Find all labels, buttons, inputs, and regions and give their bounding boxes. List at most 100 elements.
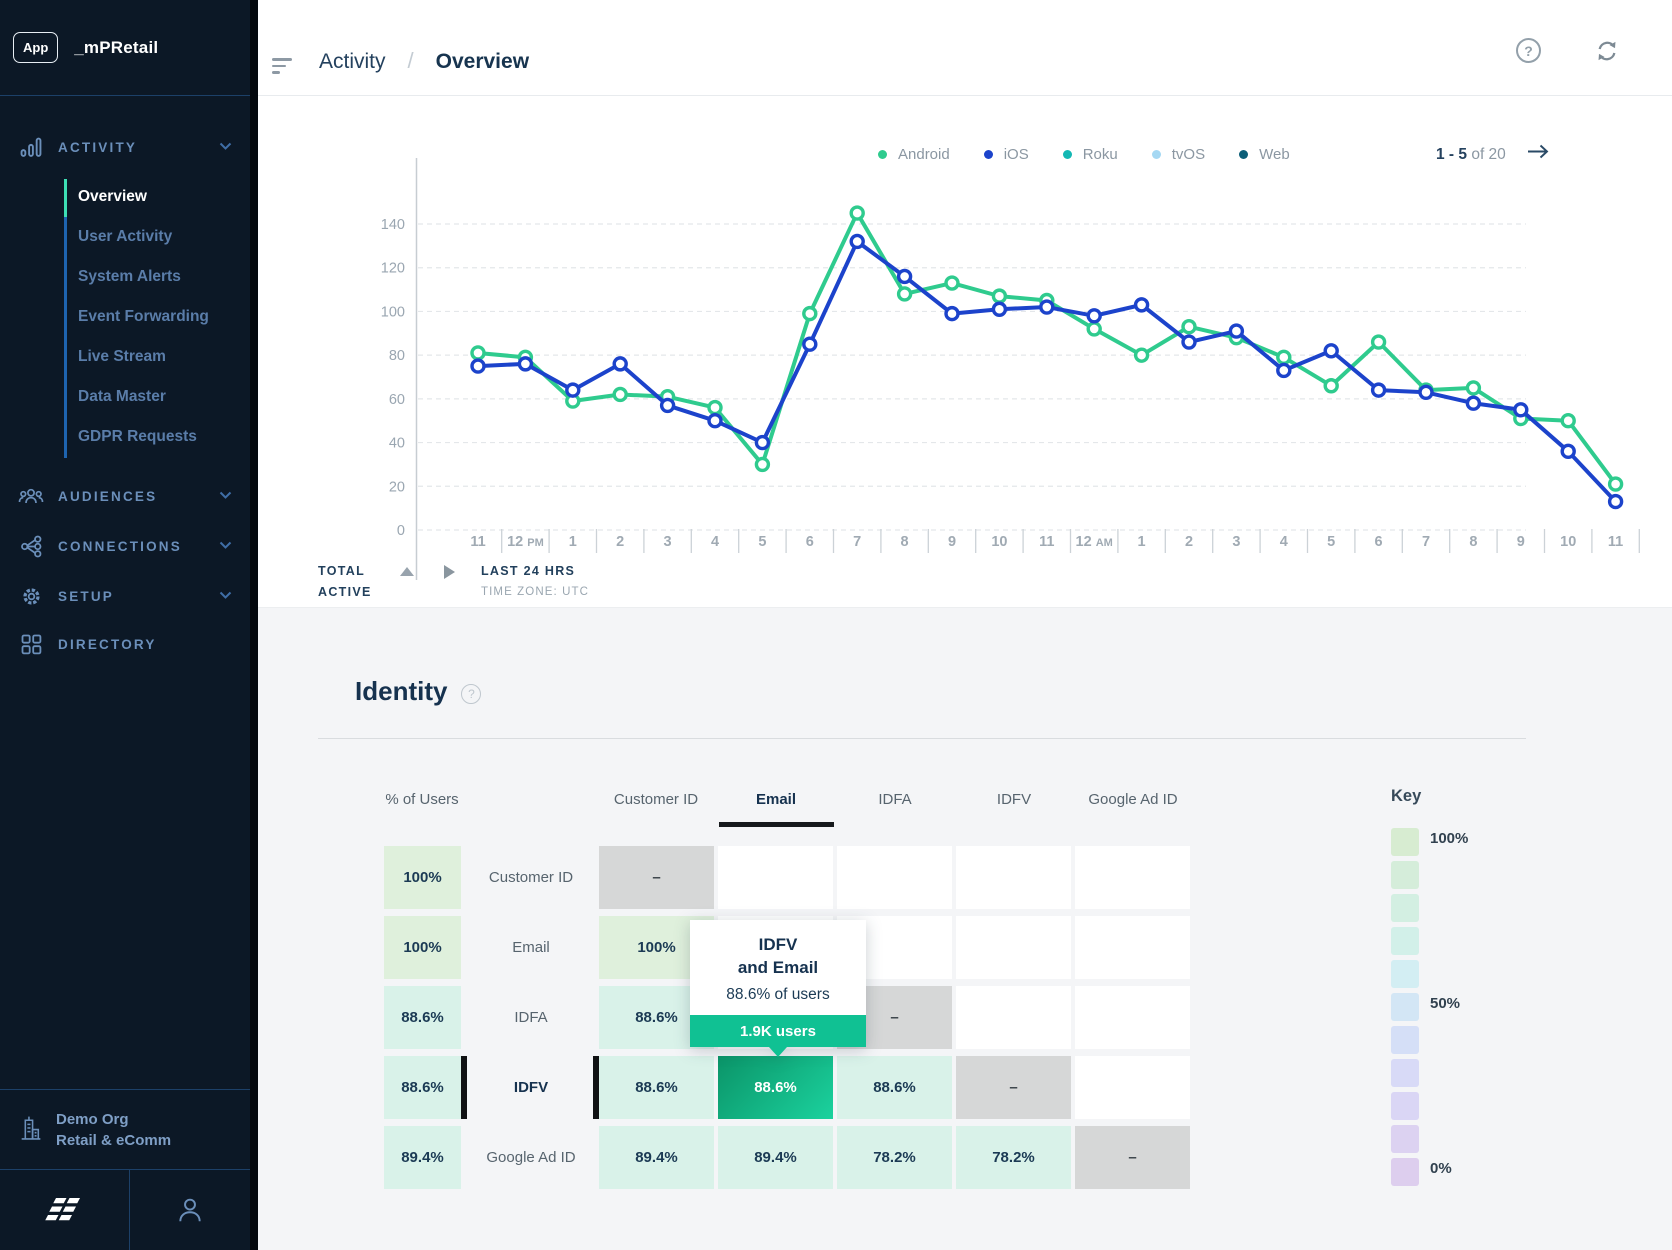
column-header-idfv[interactable]: IDFV	[997, 791, 1031, 808]
matrix-cell[interactable]	[956, 846, 1071, 909]
data-point[interactable]	[1610, 478, 1622, 490]
data-point[interactable]	[756, 437, 768, 449]
data-point[interactable]	[614, 388, 626, 400]
row-label-email[interactable]: Email	[463, 916, 599, 979]
data-point[interactable]	[851, 207, 863, 219]
data-point[interactable]	[946, 277, 958, 289]
matrix-cell[interactable]: 89.4%	[718, 1126, 833, 1189]
data-point[interactable]	[1373, 336, 1385, 348]
legend-item-roku[interactable]: Roku	[1063, 146, 1118, 163]
data-point[interactable]	[709, 415, 721, 427]
user-account-button[interactable]	[130, 1170, 250, 1250]
data-point[interactable]	[899, 270, 911, 282]
matrix-cell[interactable]: –	[1075, 1126, 1190, 1189]
data-point[interactable]	[1183, 321, 1195, 333]
data-point[interactable]	[993, 290, 1005, 302]
matrix-cell[interactable]: 88.6%	[837, 1056, 952, 1119]
legend-item-tvos[interactable]: tvOS	[1152, 146, 1205, 163]
matrix-cell[interactable]: –	[599, 846, 714, 909]
data-point[interactable]	[1325, 380, 1337, 392]
legend-item-web[interactable]: Web	[1239, 146, 1290, 163]
matrix-cell[interactable]	[956, 916, 1071, 979]
matrix-cell[interactable]	[1075, 1056, 1190, 1119]
data-point[interactable]	[1136, 299, 1148, 311]
activity-chart[interactable]: 0204060801001201401112 PM123456789101112…	[258, 96, 1672, 607]
row-label-google-ad-id[interactable]: Google Ad ID	[463, 1126, 599, 1189]
data-point[interactable]	[1325, 345, 1337, 357]
refresh-button[interactable]	[1594, 38, 1624, 68]
sort-up-icon[interactable]	[400, 567, 414, 576]
breadcrumb-activity[interactable]: Activity	[319, 50, 386, 74]
metric-selector[interactable]: TOTAL ACTIVE	[318, 564, 414, 599]
period-label[interactable]: LAST 24 HRS	[481, 564, 589, 578]
data-point[interactable]	[804, 338, 816, 350]
matrix-cell[interactable]: 78.2%	[837, 1126, 952, 1189]
data-point[interactable]	[472, 360, 484, 372]
sidebar-section-directory[interactable]: DIRECTORY	[0, 627, 250, 661]
data-point[interactable]	[1467, 382, 1479, 394]
data-point[interactable]	[851, 235, 863, 247]
data-point[interactable]	[1373, 384, 1385, 396]
matrix-cell[interactable]	[1075, 916, 1190, 979]
column-header-google-ad-id[interactable]: Google Ad ID	[1088, 791, 1177, 808]
data-point[interactable]	[567, 384, 579, 396]
sidebar-item-event-forwarding[interactable]: Event Forwarding	[78, 297, 248, 337]
sidebar-item-live-stream[interactable]: Live Stream	[78, 337, 248, 377]
legend-item-ios[interactable]: iOS	[984, 146, 1029, 163]
data-point[interactable]	[472, 347, 484, 359]
column-header-idfa[interactable]: IDFA	[878, 791, 911, 808]
matrix-cell[interactable]	[718, 846, 833, 909]
data-point[interactable]	[1183, 336, 1195, 348]
sidebar-section-setup[interactable]: SETUP	[0, 579, 250, 613]
legend-item-android[interactable]: Android	[878, 146, 950, 163]
row-label-idfv[interactable]: IDFV	[463, 1056, 599, 1119]
data-point[interactable]	[993, 303, 1005, 315]
data-point[interactable]	[1562, 445, 1574, 457]
matrix-cell[interactable]: 78.2%	[956, 1126, 1071, 1189]
row-label-idfa[interactable]: IDFA	[463, 986, 599, 1049]
matrix-cell[interactable]: 88.6%	[599, 1056, 714, 1119]
matrix-cell[interactable]: –	[956, 1056, 1071, 1119]
app-name[interactable]: _mPRetail	[74, 38, 158, 58]
data-point[interactable]	[756, 458, 768, 470]
row-label-customer-id[interactable]: Customer ID	[463, 846, 599, 909]
sidebar-item-overview[interactable]: Overview	[78, 177, 248, 217]
data-point[interactable]	[1088, 310, 1100, 322]
next-page-arrow-icon[interactable]	[1526, 144, 1550, 164]
data-point[interactable]	[899, 288, 911, 300]
sidebar-section-activity[interactable]: ACTIVITY	[0, 130, 250, 164]
matrix-cell[interactable]: 88.6%	[718, 1056, 833, 1119]
data-point[interactable]	[709, 402, 721, 414]
data-point[interactable]	[1562, 415, 1574, 427]
help-button[interactable]: ?	[1516, 38, 1546, 68]
data-point[interactable]	[662, 399, 674, 411]
matrix-cell[interactable]	[837, 846, 952, 909]
data-point[interactable]	[1610, 496, 1622, 508]
play-icon[interactable]	[444, 565, 455, 579]
data-point[interactable]	[1420, 386, 1432, 398]
data-point[interactable]	[519, 358, 531, 370]
data-point[interactable]	[1041, 301, 1053, 313]
column-header-customer-id[interactable]: Customer ID	[614, 791, 698, 808]
sidebar-item-gdpr-requests[interactable]: GDPR Requests	[78, 417, 248, 457]
mparticle-logo-button[interactable]	[0, 1170, 130, 1250]
matrix-cell[interactable]: 89.4%	[599, 1126, 714, 1189]
data-point[interactable]	[1230, 325, 1242, 337]
data-point[interactable]	[614, 358, 626, 370]
data-point[interactable]	[1136, 349, 1148, 361]
matrix-cell[interactable]	[1075, 846, 1190, 909]
sidebar-item-system-alerts[interactable]: System Alerts	[78, 257, 248, 297]
data-point[interactable]	[1515, 404, 1527, 416]
data-point[interactable]	[804, 308, 816, 320]
data-point[interactable]	[1278, 351, 1290, 363]
identity-help-icon[interactable]: ?	[461, 684, 481, 704]
org-switcher[interactable]: Demo Org Retail & eComm	[0, 1089, 250, 1170]
sidebar-item-user-activity[interactable]: User Activity	[78, 217, 248, 257]
matrix-cell[interactable]	[956, 986, 1071, 1049]
sidebar-section-connections[interactable]: CONNECTIONS	[0, 529, 250, 563]
sidebar-item-data-master[interactable]: Data Master	[78, 377, 248, 417]
column-header-email[interactable]: Email	[756, 791, 796, 808]
data-point[interactable]	[946, 308, 958, 320]
data-point[interactable]	[1467, 397, 1479, 409]
matrix-cell[interactable]	[1075, 986, 1190, 1049]
